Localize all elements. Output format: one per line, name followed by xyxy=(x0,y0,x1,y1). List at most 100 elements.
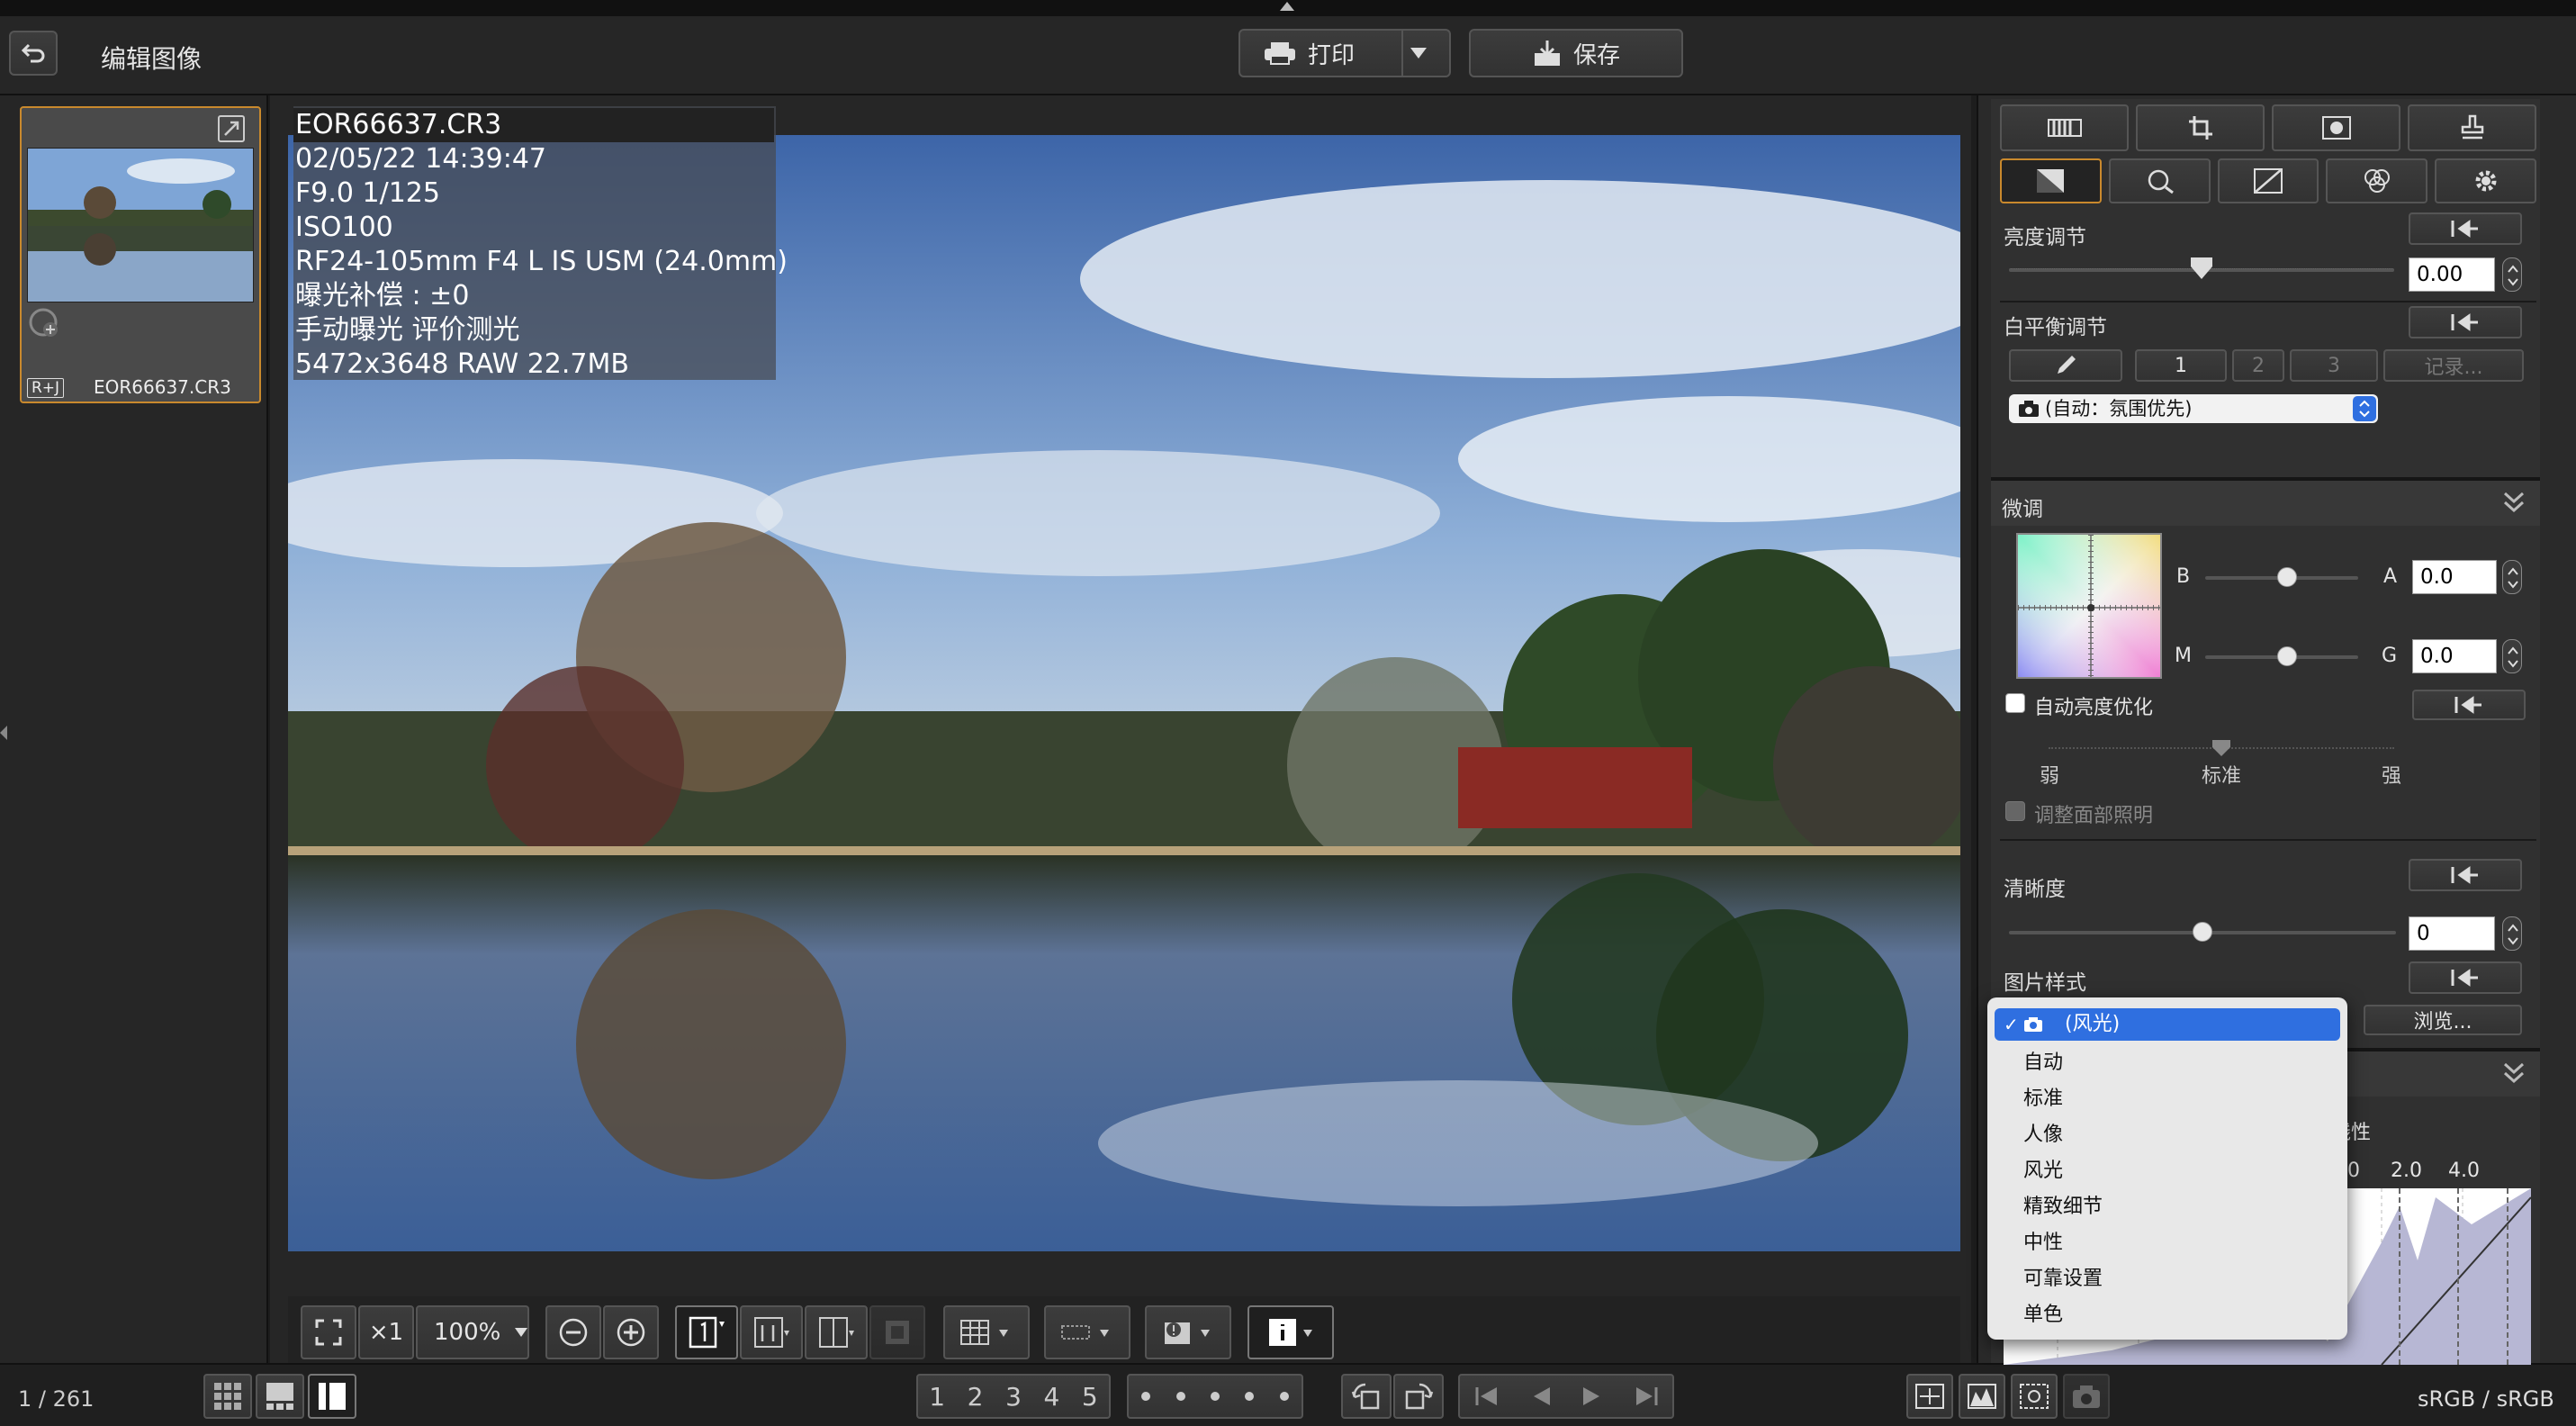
tab-basic-adjust[interactable] xyxy=(2000,104,2129,151)
print-dropdown-icon[interactable] xyxy=(1410,48,1427,59)
menu-item-auto[interactable]: 自动 xyxy=(2023,1046,2063,1075)
zoom-out-button[interactable] xyxy=(545,1305,601,1359)
tool-palette-button[interactable] xyxy=(1906,1374,1953,1419)
menu-item-landscape[interactable]: 风光 xyxy=(2023,1154,2063,1183)
last-image-icon[interactable] xyxy=(1633,1385,1660,1408)
menu-item-faithful[interactable]: 可靠设置 xyxy=(2023,1262,2103,1291)
double-chevron-down-icon[interactable] xyxy=(2500,490,2527,515)
tab-crop[interactable] xyxy=(2136,104,2265,151)
g-value[interactable]: 0.0 xyxy=(2412,639,2497,673)
collapse-top-icon[interactable] xyxy=(1280,2,1294,11)
wb-tab-3[interactable]: 3 xyxy=(2290,349,2378,382)
thumbnail-view-button[interactable] xyxy=(203,1374,252,1419)
rating-3[interactable]: 3 xyxy=(1005,1382,1022,1412)
picture-style-selected[interactable]: ✓ (风光) xyxy=(1995,1008,2340,1041)
mg-slider-thumb[interactable] xyxy=(2277,646,2297,666)
navigator-button[interactable] xyxy=(2011,1374,2058,1419)
g-stepper[interactable] xyxy=(2502,639,2522,673)
check-marks[interactable] xyxy=(1127,1374,1303,1419)
check-mark-1[interactable] xyxy=(1141,1392,1151,1401)
auto-lighting-checkbox[interactable] xyxy=(2005,693,2025,713)
wb-tab-2[interactable]: 2 xyxy=(2232,349,2284,382)
edit-view-button[interactable] xyxy=(308,1374,356,1419)
tab-dust[interactable] xyxy=(2272,104,2400,151)
ba-slider-thumb[interactable] xyxy=(2277,567,2297,587)
brightness-stepper[interactable] xyxy=(2502,257,2522,292)
picture-style-browse-button[interactable]: 浏览... xyxy=(2364,1005,2522,1035)
next-image-icon[interactable] xyxy=(1580,1385,1607,1408)
brightness-value[interactable]: 0.00 xyxy=(2409,257,2495,292)
clarity-stepper[interactable] xyxy=(2502,916,2522,951)
tab-brightness[interactable] xyxy=(2000,158,2102,203)
auto-lighting-slider[interactable] xyxy=(2049,738,2394,758)
wb-record-button[interactable]: 记录... xyxy=(2383,349,2524,382)
rating-1[interactable]: 1 xyxy=(929,1382,945,1412)
menu-item-neutral[interactable]: 中性 xyxy=(2023,1226,2063,1255)
brightness-slider-thumb[interactable] xyxy=(2189,256,2214,281)
info-display-button[interactable] xyxy=(1247,1305,1334,1359)
auto-lighting-thumb[interactable] xyxy=(2211,738,2232,758)
split-view-button[interactable] xyxy=(805,1305,868,1359)
brightness-reset-button[interactable] xyxy=(2409,212,2522,245)
rating-bar[interactable]: 1 2 3 4 5 xyxy=(916,1374,1111,1419)
single-view-button[interactable] xyxy=(675,1305,738,1359)
histogram-button[interactable] xyxy=(1959,1374,2005,1419)
rotate-right-button[interactable] xyxy=(1393,1374,1444,1419)
save-button[interactable]: 保存 xyxy=(1469,29,1683,77)
clarity-reset-button[interactable] xyxy=(2409,859,2522,891)
zoom-multiplier-button[interactable]: ×1 xyxy=(358,1305,414,1359)
zoom-in-button[interactable] xyxy=(603,1305,659,1359)
zoom-percent-select[interactable]: 100% xyxy=(416,1305,529,1359)
clarity-value[interactable]: 0 xyxy=(2409,916,2495,951)
menu-item-portrait[interactable]: 人像 xyxy=(2023,1118,2063,1147)
rating-5[interactable]: 5 xyxy=(1082,1382,1098,1412)
face-lighting-checkbox[interactable] xyxy=(2005,801,2025,821)
clarity-slider-thumb[interactable] xyxy=(2193,922,2212,942)
picture-style-reset-button[interactable] xyxy=(2409,961,2522,994)
check-mark-2[interactable] xyxy=(1175,1392,1185,1401)
rating-4[interactable]: 4 xyxy=(1043,1382,1059,1412)
brightness-slider[interactable] xyxy=(2009,257,2394,279)
divider xyxy=(2000,301,2536,302)
compare-view-button[interactable] xyxy=(740,1305,803,1359)
preview-view-button[interactable] xyxy=(256,1374,304,1419)
sync-view-button[interactable] xyxy=(869,1305,925,1359)
double-chevron-down-icon[interactable] xyxy=(2500,1060,2527,1086)
tab-detail[interactable] xyxy=(2108,158,2211,203)
collapse-left-icon[interactable] xyxy=(0,726,7,740)
a-stepper[interactable] xyxy=(2502,560,2522,594)
check-mark-5[interactable] xyxy=(1279,1392,1289,1401)
af-point-button[interactable] xyxy=(1044,1305,1130,1359)
auto-lighting-reset-button[interactable] xyxy=(2412,690,2526,720)
previous-image-icon[interactable] xyxy=(1527,1385,1554,1408)
eyedropper-button[interactable] xyxy=(2009,349,2122,382)
menu-item-standard[interactable]: 标准 xyxy=(2023,1082,2063,1111)
first-image-icon[interactable] xyxy=(1473,1385,1500,1408)
highlight-warning-button[interactable] xyxy=(1145,1305,1231,1359)
tab-tone-curve[interactable] xyxy=(2217,158,2319,203)
tab-color[interactable] xyxy=(2326,158,2428,203)
tab-settings[interactable] xyxy=(2435,158,2536,203)
check-mark-3[interactable] xyxy=(1210,1392,1220,1401)
wb-select[interactable]: (自动：氛围优先) xyxy=(2009,394,2378,423)
back-button[interactable] xyxy=(9,31,58,76)
camera-button[interactable] xyxy=(2063,1374,2110,1419)
camera-icon xyxy=(2024,1017,2042,1032)
white-balance-reset-button[interactable] xyxy=(2409,306,2522,338)
tab-stamp[interactable] xyxy=(2408,104,2536,151)
color-wheel[interactable] xyxy=(2016,533,2162,679)
picture-style-menu[interactable]: ✓ (风光) 自动 标准 人像 风光 精致细节 中性 可靠设置 单色 xyxy=(1987,997,2347,1340)
rating-2[interactable]: 2 xyxy=(968,1382,984,1412)
fit-screen-button[interactable] xyxy=(301,1305,356,1359)
a-value[interactable]: 0.0 xyxy=(2412,560,2497,594)
menu-item-fine-detail[interactable]: 精致细节 xyxy=(2023,1190,2103,1219)
check-mark-4[interactable] xyxy=(1245,1392,1255,1401)
expand-icon[interactable] xyxy=(218,115,245,142)
menu-item-monochrome[interactable]: 单色 xyxy=(2023,1298,2063,1327)
grid-button[interactable] xyxy=(943,1305,1030,1359)
wb-tab-1[interactable]: 1 xyxy=(2135,349,2227,382)
print-button[interactable]: 打印 xyxy=(1238,29,1451,77)
fine-tune-header[interactable] xyxy=(1991,481,2540,526)
rotate-left-button[interactable] xyxy=(1341,1374,1392,1419)
thumbnail-image[interactable] xyxy=(27,148,254,302)
